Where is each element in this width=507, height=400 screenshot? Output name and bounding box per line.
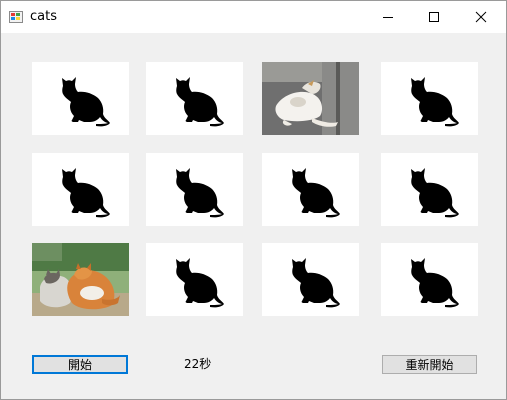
start-button[interactable]: 開始 <box>32 355 128 374</box>
cat-silhouette-icon <box>381 153 478 226</box>
cat-silhouette-icon <box>262 153 359 226</box>
app-window: cats 開始 22秒 重新開始 <box>0 0 507 400</box>
card-9[interactable] <box>32 243 129 316</box>
cat-silhouette-icon <box>32 62 129 135</box>
cat-silhouette-icon <box>381 62 478 135</box>
card-2[interactable] <box>146 62 243 135</box>
card-8[interactable] <box>381 153 478 226</box>
card-7[interactable] <box>262 153 359 226</box>
title-bar[interactable]: cats <box>1 1 506 33</box>
elapsed-timer: 22秒 <box>184 357 212 371</box>
close-icon <box>475 11 487 23</box>
card-3[interactable] <box>262 62 359 135</box>
cat-silhouette-icon <box>146 153 243 226</box>
card-6[interactable] <box>146 153 243 226</box>
maximize-button[interactable] <box>411 1 457 33</box>
app-icon <box>9 10 23 24</box>
card-11[interactable] <box>262 243 359 316</box>
cat-silhouette-icon <box>146 62 243 135</box>
restart-button[interactable]: 重新開始 <box>382 355 477 374</box>
card-4[interactable] <box>381 62 478 135</box>
minimize-icon <box>383 17 393 18</box>
two-cats-on-grass-photo <box>32 243 129 316</box>
card-5[interactable] <box>32 153 129 226</box>
cat-silhouette-icon <box>32 153 129 226</box>
card-12[interactable] <box>381 243 478 316</box>
close-button[interactable] <box>458 1 504 33</box>
window-title: cats <box>30 9 57 24</box>
cat-silhouette-icon <box>262 243 359 316</box>
maximize-icon <box>429 12 439 22</box>
minimize-button[interactable] <box>365 1 411 33</box>
cat-lying-on-pavement-photo <box>262 62 359 135</box>
card-1[interactable] <box>32 62 129 135</box>
cat-silhouette-icon <box>381 243 478 316</box>
card-10[interactable] <box>146 243 243 316</box>
cat-silhouette-icon <box>146 243 243 316</box>
